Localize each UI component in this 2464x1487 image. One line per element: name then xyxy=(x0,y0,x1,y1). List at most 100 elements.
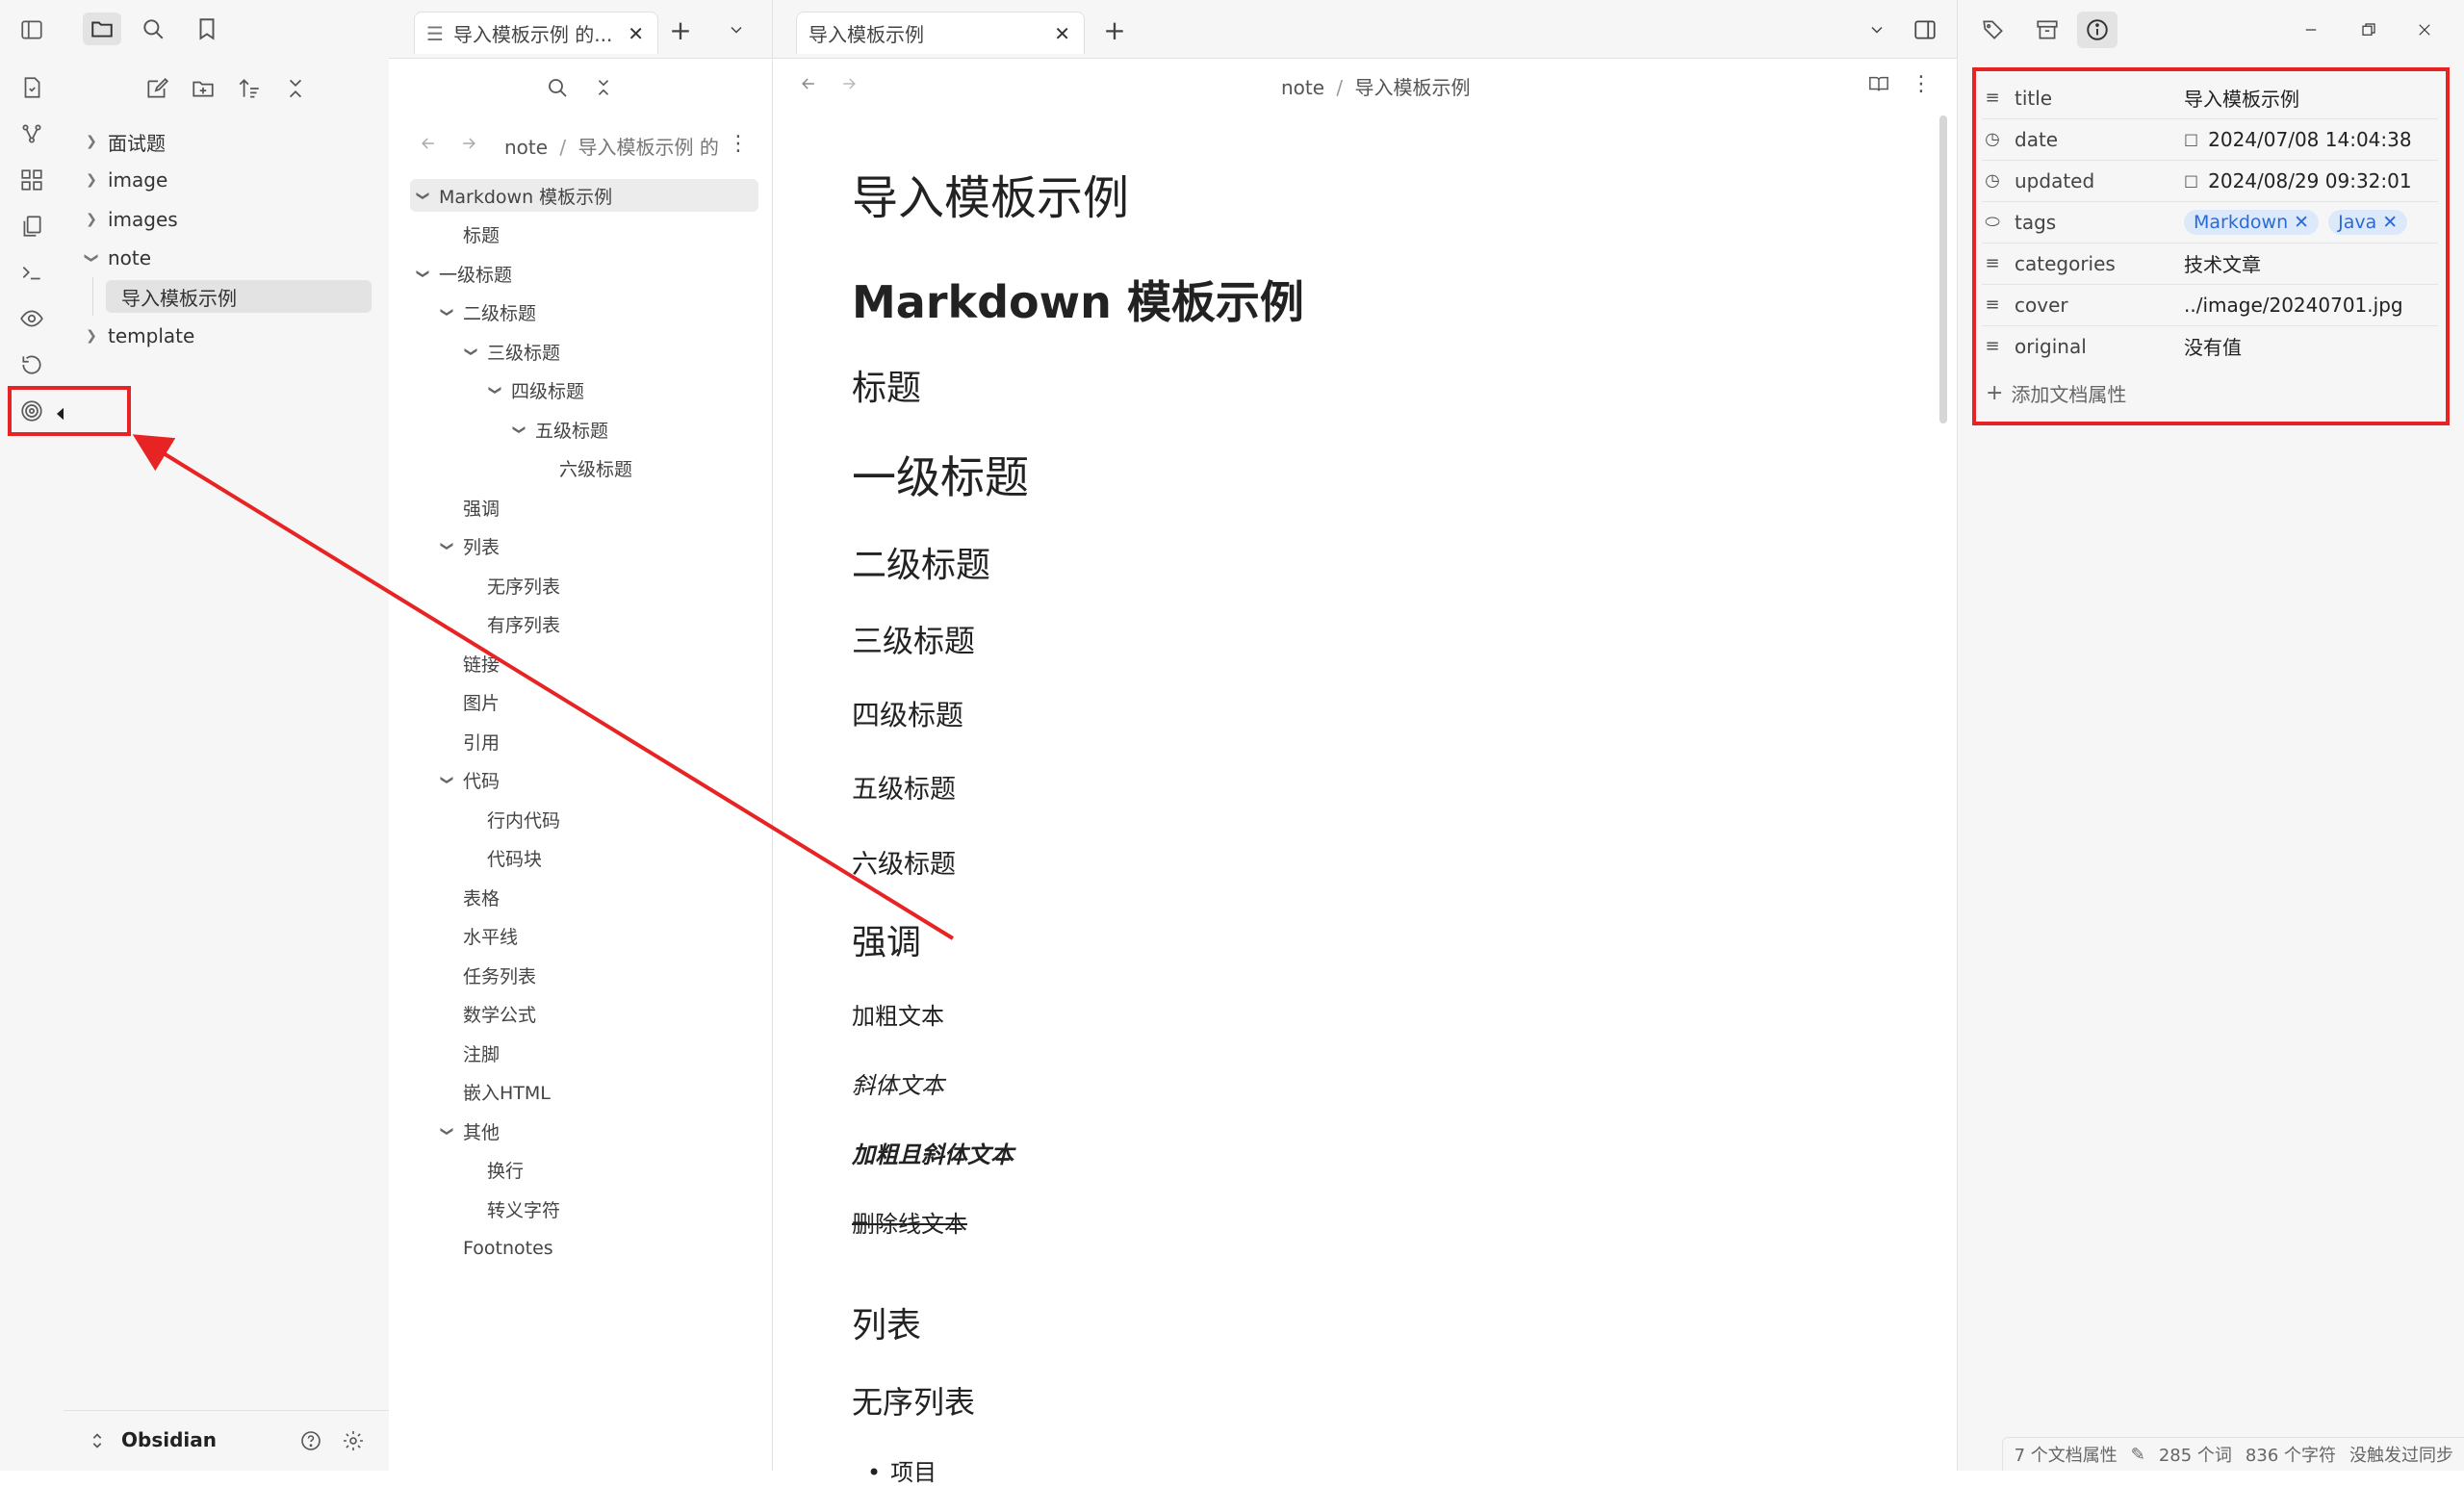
toggle-sidebar-icon[interactable] xyxy=(15,13,48,46)
chevron-down-icon[interactable]: ❯ xyxy=(440,538,454,555)
property-row[interactable]: ◷ updated □ 2024/08/29 09:32:01 xyxy=(1982,160,2438,202)
scrollbar[interactable] xyxy=(1939,115,1947,423)
outline-item[interactable]: ❯ 三级标题 xyxy=(462,335,561,368)
outline-item[interactable]: ❯ 代码 xyxy=(438,764,500,797)
new-note-icon[interactable] xyxy=(141,72,173,105)
add-property-button[interactable]: + 添加文档属性 xyxy=(1986,379,2126,407)
property-key[interactable]: categories xyxy=(2015,252,2184,275)
pencil-icon[interactable]: ✎ xyxy=(2131,1445,2145,1465)
outline-item[interactable]: 数学公式 xyxy=(463,998,536,1031)
property-row[interactable]: ≡ original 没有值 xyxy=(1982,325,2438,367)
outline-item[interactable]: ❯ 二级标题 xyxy=(438,296,537,329)
property-key[interactable]: original xyxy=(2015,335,2184,358)
graph-icon[interactable] xyxy=(15,117,48,150)
chevron-down-icon[interactable]: ❯ xyxy=(440,772,454,789)
outline-item[interactable]: 六级标题 xyxy=(559,452,632,485)
outline-item[interactable]: 链接 xyxy=(463,647,500,679)
italic-text[interactable]: 斜体文本 xyxy=(852,1066,944,1100)
status-properties-count[interactable]: 7 个文档属性 xyxy=(2015,1442,2118,1467)
remove-tag-icon[interactable]: ✕ xyxy=(2382,212,2398,233)
preview-icon[interactable] xyxy=(15,302,48,335)
property-key[interactable]: date xyxy=(2015,128,2184,151)
new-folder-icon[interactable] xyxy=(187,72,219,105)
heading-h4[interactable]: 四级标题 xyxy=(852,693,963,733)
file-item-active[interactable]: 导入模板示例 xyxy=(106,280,372,313)
breadcrumb-item[interactable]: note xyxy=(504,136,548,159)
outline-item[interactable]: 换行 xyxy=(487,1154,524,1187)
help-icon[interactable] xyxy=(295,1424,327,1457)
chevron-down-icon[interactable]: ❯ xyxy=(488,382,502,399)
archive-icon[interactable] xyxy=(2031,13,2064,46)
strikethrough-text[interactable]: 删除线文本 xyxy=(852,1205,967,1239)
close-icon[interactable]: ✕ xyxy=(628,22,644,45)
chevron-down-icon[interactable]: ❯ xyxy=(440,1122,454,1140)
heading-h2[interactable]: 列表 xyxy=(852,1297,921,1347)
settings-gear-icon[interactable] xyxy=(337,1424,370,1457)
outline-item[interactable]: 无序列表 xyxy=(487,569,560,602)
outline-item[interactable]: 强调 xyxy=(463,491,500,524)
chevron-down-icon[interactable]: ❯ xyxy=(416,187,430,204)
heading-h2[interactable]: 强调 xyxy=(852,914,921,964)
remove-tag-icon[interactable]: ✕ xyxy=(2294,212,2309,233)
property-value[interactable]: 没有值 xyxy=(2184,332,2242,360)
outline-item[interactable]: ❯ 一级标题 xyxy=(414,257,513,290)
folder-item[interactable]: ❯ note xyxy=(83,242,362,274)
chevron-down-icon[interactable] xyxy=(1861,13,1893,46)
property-value[interactable]: ../image/20240701.jpg xyxy=(2184,294,2403,317)
tag-pill[interactable]: Java ✕ xyxy=(2328,209,2408,235)
outline-item[interactable]: Footnotes xyxy=(463,1232,553,1265)
folder-icon[interactable] xyxy=(83,13,121,45)
tags-icon[interactable] xyxy=(1977,13,2010,46)
more-options-icon[interactable]: ⋮ xyxy=(1907,69,1936,98)
outline-item[interactable]: 行内代码 xyxy=(487,803,560,835)
more-options-icon[interactable]: ⋮ xyxy=(724,129,753,158)
outline-item[interactable]: 注脚 xyxy=(463,1037,500,1069)
outline-item[interactable]: 表格 xyxy=(463,881,500,913)
property-key[interactable]: updated xyxy=(2015,169,2184,192)
tag-pill[interactable]: Markdown ✕ xyxy=(2184,209,2320,235)
bold-text[interactable]: 加粗文本 xyxy=(852,997,944,1031)
collapse-all-icon[interactable] xyxy=(587,71,620,104)
property-value[interactable]: □ 2024/08/29 09:32:01 xyxy=(2184,169,2412,192)
open-file-icon[interactable] xyxy=(15,71,48,104)
heading-h2[interactable]: 标题 xyxy=(852,360,921,410)
heading-h3[interactable]: 三级标题 xyxy=(852,617,975,661)
new-tab-icon[interactable]: + xyxy=(1098,13,1131,46)
outline-item[interactable]: ❯ Markdown 模板示例 xyxy=(410,179,758,212)
heading-h1[interactable]: Markdown 模板示例 xyxy=(852,268,1304,331)
folder-item[interactable]: ❯ 面试题 xyxy=(83,125,362,158)
folder-item[interactable]: ❯ images xyxy=(83,203,362,236)
property-value[interactable]: 技术文章 xyxy=(2184,249,2261,277)
forward-arrow-icon[interactable] xyxy=(454,129,483,158)
search-icon[interactable] xyxy=(137,13,169,45)
property-row[interactable]: ⬭ tags Markdown ✕ Java ✕ xyxy=(1982,201,2438,244)
property-row[interactable]: ◷ date □ 2024/07/08 14:04:38 xyxy=(1982,118,2438,161)
bold-italic-text[interactable]: 加粗且斜体文本 xyxy=(852,1136,1014,1169)
outline-item[interactable]: 有序列表 xyxy=(487,608,560,641)
tab-editor[interactable]: 导入模板示例 ✕ xyxy=(796,12,1085,54)
terminal-icon[interactable] xyxy=(15,256,48,289)
sync-history-icon[interactable] xyxy=(15,348,48,381)
outline-item[interactable]: 水平线 xyxy=(463,920,518,953)
outline-item[interactable]: ❯ 五级标题 xyxy=(510,413,609,446)
search-icon[interactable] xyxy=(541,71,574,104)
property-row[interactable]: ≡ title 导入模板示例 xyxy=(1982,77,2438,119)
chevron-down-icon[interactable]: ❯ xyxy=(464,343,478,360)
note-inline-title[interactable]: 导入模板示例 xyxy=(852,160,1129,227)
back-arrow-icon[interactable] xyxy=(414,129,443,158)
bookmark-icon[interactable] xyxy=(191,13,223,45)
outline-item[interactable]: 标题 xyxy=(463,218,500,251)
outline-item[interactable]: 转义字符 xyxy=(487,1192,560,1225)
chevron-down-icon[interactable]: ❯ xyxy=(512,421,526,438)
heading-h3[interactable]: 无序列表 xyxy=(852,1378,975,1423)
heading-h5[interactable]: 五级标题 xyxy=(852,768,956,806)
property-row[interactable]: ≡ categories 技术文章 xyxy=(1982,243,2438,285)
vault-name[interactable]: Obsidian xyxy=(121,1428,217,1451)
heading-h6[interactable]: 六级标题 xyxy=(852,843,956,881)
heading-h2[interactable]: 二级标题 xyxy=(852,537,990,587)
sort-icon[interactable] xyxy=(233,72,266,105)
new-tab-icon[interactable]: + xyxy=(664,13,697,46)
chevron-down-icon[interactable] xyxy=(720,13,753,46)
toggle-right-sidebar-icon[interactable] xyxy=(1909,13,1941,46)
property-key[interactable]: title xyxy=(2015,87,2184,110)
